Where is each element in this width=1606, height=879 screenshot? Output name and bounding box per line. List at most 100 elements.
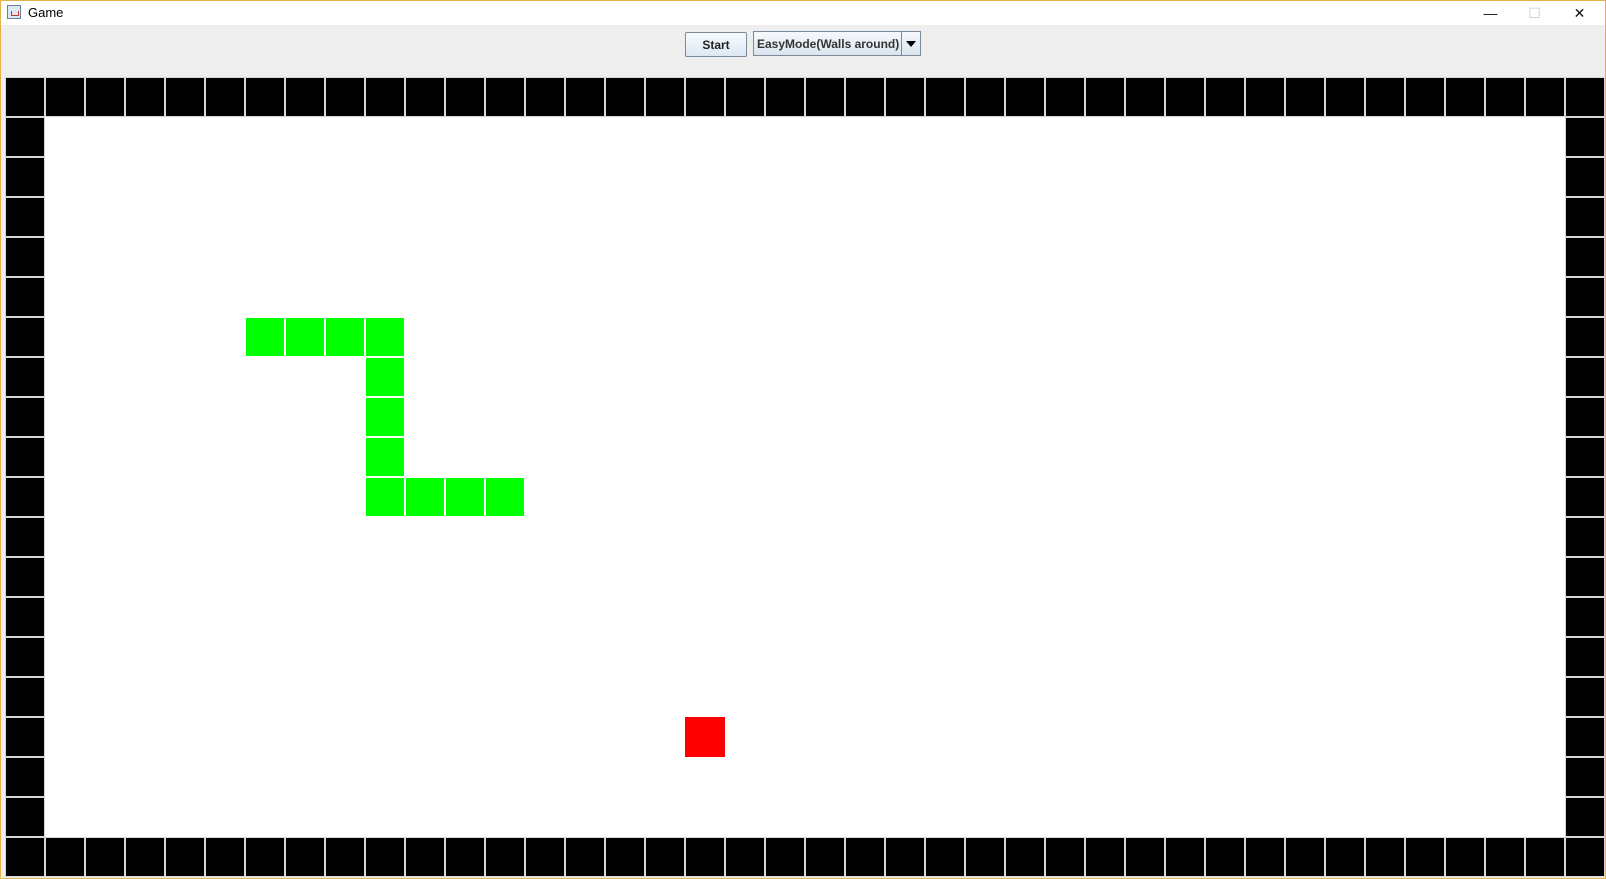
wall-cell [565,837,605,877]
wall-cell [685,837,725,877]
wall-cell [1445,77,1485,117]
wall-cell [245,77,285,117]
wall-cell [1005,837,1045,877]
wall-cell [1325,837,1365,877]
wall-cell [1125,837,1165,877]
game-board [5,77,1605,877]
wall-cell [1365,77,1405,117]
minimize-icon[interactable]: — [1468,1,1513,25]
wall-cell [5,437,45,477]
wall-cell [685,77,725,117]
snake-segment [285,317,325,357]
wall-cell [1245,77,1285,117]
wall-cell [5,77,45,117]
close-icon[interactable]: ✕ [1557,1,1602,25]
snake-segment [245,317,285,357]
wall-cell [805,837,845,877]
snake-segment [445,477,485,517]
wall-cell [125,837,165,877]
wall-cell [325,77,365,117]
java-app-icon [7,5,21,19]
wall-cell [5,237,45,277]
food-pellet [685,717,725,757]
wall-cell [1285,77,1325,117]
wall-cell [125,77,165,117]
wall-cell [1165,837,1205,877]
wall-cell [1525,837,1565,877]
wall-cell [1245,837,1285,877]
wall-cell [1565,277,1605,317]
wall-cell [645,837,685,877]
wall-cell [1565,757,1605,797]
wall-cell [605,77,645,117]
wall-cell [725,837,765,877]
wall-cell [5,197,45,237]
mode-dropdown[interactable]: EasyMode(Walls around) [753,31,921,56]
snake-segment [485,477,525,517]
wall-cell [965,77,1005,117]
wall-cell [1085,77,1125,117]
wall-cell [1565,317,1605,357]
window-title: Game [28,5,64,20]
mode-dropdown-value: EasyMode(Walls around) [757,36,900,51]
wall-cell [765,77,805,117]
wall-cell [525,837,565,877]
start-button[interactable]: Start [685,32,747,57]
wall-cell [5,557,45,597]
wall-cell [845,837,885,877]
wall-cell [5,477,45,517]
wall-cell [5,677,45,717]
wall-cell [5,277,45,317]
wall-cell [365,77,405,117]
maximize-icon[interactable]: ☐ [1512,1,1557,25]
wall-cell [1565,717,1605,757]
wall-cell [365,837,405,877]
wall-cell [1365,837,1405,877]
wall-cell [325,837,365,877]
snake-segment [365,477,405,517]
wall-cell [1565,117,1605,157]
game-window: Game — ☐ ✕ Start EasyMode(Walls around) [0,0,1606,879]
wall-cell [205,77,245,117]
wall-cell [1485,837,1525,877]
wall-cell [85,77,125,117]
wall-cell [5,597,45,637]
wall-cell [5,717,45,757]
wall-cell [5,157,45,197]
wall-cell [1565,797,1605,837]
wall-cell [805,77,845,117]
wall-cell [1085,837,1125,877]
wall-cell [1405,77,1445,117]
wall-cell [1565,397,1605,437]
wall-cell [45,837,85,877]
wall-cell [1405,837,1445,877]
wall-cell [205,837,245,877]
wall-cell [1445,837,1485,877]
wall-cell [605,837,645,877]
chevron-down-icon[interactable] [901,32,920,55]
wall-cell [45,77,85,117]
wall-cell [1525,77,1565,117]
snake-segment [365,357,405,397]
wall-cell [885,77,925,117]
snake-segment [405,477,445,517]
wall-cell [565,77,605,117]
wall-cell [765,837,805,877]
wall-cell [5,357,45,397]
wall-cell [85,837,125,877]
wall-cell [1325,77,1365,117]
wall-cell [645,77,685,117]
wall-cell [1205,837,1245,877]
wall-cell [165,77,205,117]
wall-cell [485,77,525,117]
wall-cell [1565,437,1605,477]
wall-cell [1565,837,1605,877]
wall-cell [1485,77,1525,117]
wall-cell [5,117,45,157]
wall-cell [1045,77,1085,117]
wall-cell [1045,837,1085,877]
wall-cell [1565,597,1605,637]
wall-cell [1125,77,1165,117]
wall-cell [925,77,965,117]
wall-cell [285,77,325,117]
